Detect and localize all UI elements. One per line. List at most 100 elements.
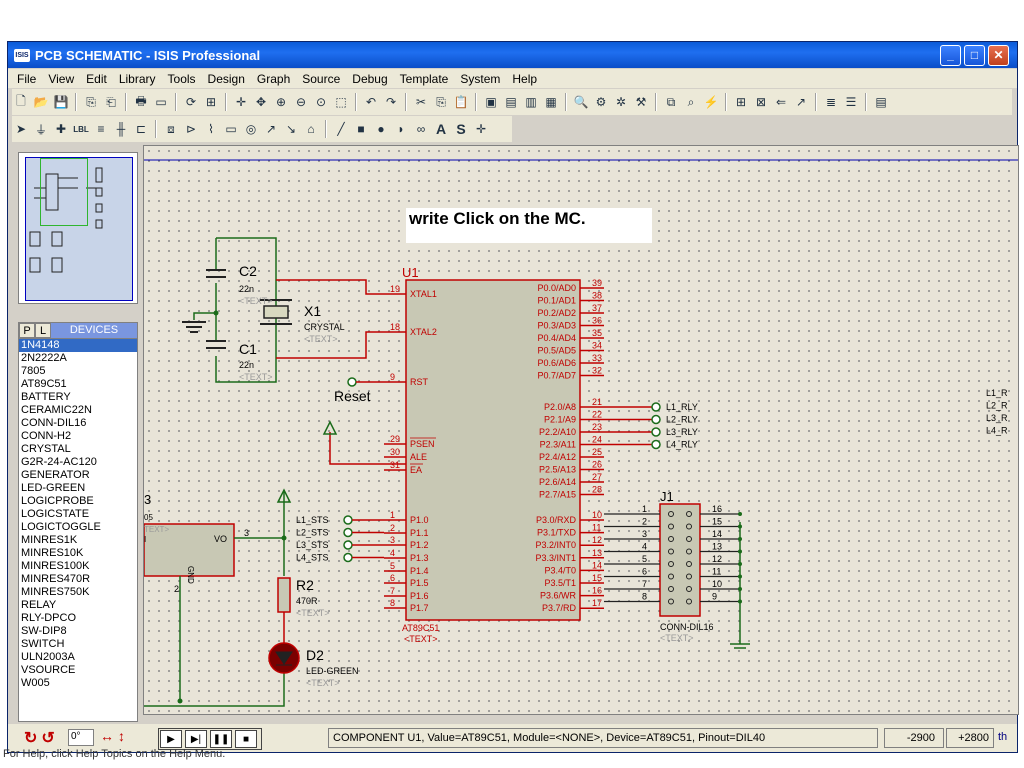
mirror-y-icon[interactable]: ↕ [118,728,125,744]
schematic-drawing[interactable]: write Click on the MC. C2 22n <TEXT> C1 … [144,146,1019,715]
reg-ref[interactable]: 3 [144,492,151,507]
stop-button[interactable]: ■ [235,730,257,748]
r2-ref[interactable]: R2 [296,577,314,593]
minimize-button[interactable]: _ [940,45,961,66]
device-list-item[interactable]: 7805 [19,365,137,378]
pick-devices-button[interactable]: P [19,323,35,338]
pick-device-icon[interactable]: 🔍 [572,93,590,111]
open-file-icon[interactable]: 📂 [32,93,50,111]
export-icon[interactable]: ⎗ [102,93,120,111]
import-icon[interactable]: ⎘ [82,93,100,111]
menu-view[interactable]: View [42,72,80,86]
device-list-item[interactable]: CRYSTAL [19,443,137,456]
device-list-item[interactable]: LOGICPROBE [19,495,137,508]
terminal-icon[interactable] [651,402,661,412]
junction-dot-icon[interactable]: ✚ [52,120,70,138]
device-list-item[interactable]: CONN-DIL16 [19,417,137,430]
device-list-item[interactable]: MINRES10K [19,547,137,560]
c1-ref[interactable]: C1 [239,341,257,357]
device-list-item[interactable]: MINRES1K [19,534,137,547]
step-button[interactable]: ▶| [185,730,207,748]
pan-icon[interactable]: ✥ [252,93,270,111]
select-mode-icon[interactable]: ➤ [12,120,30,138]
zoom-child-icon[interactable]: ↗ [792,93,810,111]
ares-icon[interactable]: ▤ [872,93,890,111]
search-tag-icon[interactable]: ⌕ [682,93,700,111]
rotation-field[interactable]: 0° [68,729,94,746]
new-sheet-icon[interactable]: ⊞ [732,93,750,111]
cut-icon[interactable]: ✂ [412,93,430,111]
terminal-icon[interactable] [343,515,353,525]
zoom-out-icon[interactable]: ⊖ [292,93,310,111]
menu-template[interactable]: Template [394,72,455,86]
block-rotate-icon[interactable]: ▥ [522,93,540,111]
status-terminal-label[interactable]: L3_STS [296,540,329,550]
relay-terminal-label[interactable]: L4_RLY [666,440,698,450]
rotate-cw-icon[interactable]: ↻ [24,728,37,748]
netlist-icon[interactable]: ≣ [822,93,840,111]
graph-icon[interactable]: ⌇ [202,120,220,138]
refresh-icon[interactable]: ⟳ [182,93,200,111]
voltage-probe-icon[interactable]: ↗ [262,120,280,138]
block-copy-icon[interactable]: ▣ [482,93,500,111]
paste-icon[interactable]: 📋 [452,93,470,111]
menu-debug[interactable]: Debug [346,72,393,86]
r2-body[interactable] [277,577,291,613]
decompose-icon[interactable]: ⚒ [632,93,650,111]
device-list-item[interactable]: RELAY [19,599,137,612]
terminals-icon[interactable]: ⧈ [162,120,180,138]
device-list-item[interactable]: 1N4148 [19,339,137,352]
device-list-item[interactable]: VSOURCE [19,664,137,677]
wire-autorouter-icon[interactable]: ⧉ [662,93,680,111]
wire-label-icon[interactable]: LBL [72,120,90,138]
terminal-icon[interactable] [343,540,353,550]
pause-button[interactable]: ❚❚ [210,730,232,748]
zoom-area-icon[interactable]: ⬚ [332,93,350,111]
text-icon[interactable]: A [432,120,450,138]
device-list-item[interactable]: RLY-DPCO [19,612,137,625]
terminal-icon[interactable] [343,527,353,538]
u1-ref[interactable]: U1 [402,265,419,280]
relay-terminal-label[interactable]: L3_RLY [666,427,698,437]
device-list-item[interactable]: LOGICSTATE [19,508,137,521]
terminal-icon[interactable] [651,439,661,450]
save-icon[interactable]: 💾 [52,93,70,111]
arc-icon[interactable]: ◗ [392,120,410,138]
print-icon[interactable]: 🖶 [132,93,150,111]
device-list-item[interactable]: ULN2003A [19,651,137,664]
block-move-icon[interactable]: ▤ [502,93,520,111]
symbol-icon[interactable]: S [452,120,470,138]
device-list-item[interactable]: MINRES100K [19,560,137,573]
schematic-canvas[interactable]: write Click on the MC. C2 22n <TEXT> C1 … [143,145,1019,715]
reset-terminal-label[interactable]: Reset [334,388,371,404]
component-mode-icon[interactable]: ⏚ [32,120,50,138]
device-pins-icon[interactable]: ⊳ [182,120,200,138]
circle-icon[interactable]: ● [372,120,390,138]
close-button[interactable]: ✕ [988,45,1009,66]
grid-icon[interactable]: ⊞ [202,93,220,111]
library-manager-button[interactable]: L [35,323,51,338]
terminal-icon[interactable] [651,427,661,437]
d2-ref[interactable]: D2 [306,647,324,663]
mirror-x-icon[interactable]: ↔ [100,728,114,744]
text-script-icon[interactable]: ≡ [92,120,110,138]
subcircuit-icon[interactable]: ⊏ [132,120,150,138]
device-list-item[interactable]: AT89C51 [19,378,137,391]
status-terminal-label[interactable]: L1_STS [296,515,329,525]
copy-icon[interactable]: ⎘ [432,93,450,111]
menu-graph[interactable]: Graph [251,72,296,86]
rotate-ccw-icon[interactable]: ↺ [41,728,54,748]
device-list-item[interactable]: SWITCH [19,638,137,651]
generator-icon[interactable]: ◎ [242,120,260,138]
terminal-icon[interactable] [343,552,353,563]
c2-ref[interactable]: C2 [239,263,257,279]
device-list-item[interactable]: LED-GREEN [19,482,137,495]
zoom-in-icon[interactable]: ⊕ [272,93,290,111]
relay-terminal-label[interactable]: L2_RLY [666,415,698,425]
device-list-item[interactable]: 2N2222A [19,352,137,365]
j1-ref[interactable]: J1 [660,489,674,504]
block-delete-icon[interactable]: ▦ [542,93,560,111]
device-list-item[interactable]: MINRES470R [19,573,137,586]
bill-of-materials-icon[interactable]: ☰ [842,93,860,111]
j1-body[interactable] [659,503,701,617]
